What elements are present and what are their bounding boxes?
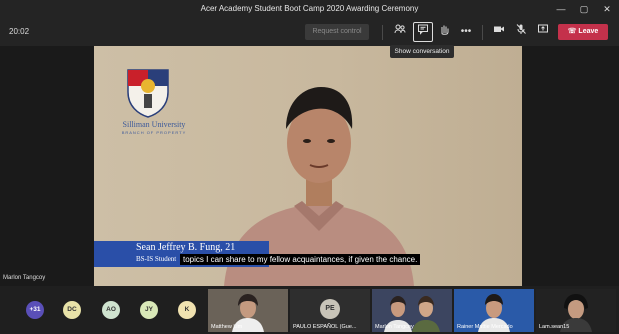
show-conversation-tooltip: Show conversation [390,45,454,58]
participant-name: Rainer Mattie Mercado [457,324,513,330]
maximize-icon[interactable]: ▢ [577,2,591,16]
participant-strip: +31 DC AO JY K Matthew Lim PE PAULO ESPA… [0,286,619,334]
participant-tile[interactable]: Lam.sean15 [536,289,616,332]
meeting-timer: 20:02 [9,27,30,36]
participant-avatar[interactable]: K [178,301,196,319]
live-caption: topics I can share to my fellow acquaint… [180,254,421,265]
window-title: Acer Academy Student Boot Camp 2020 Awar… [200,4,419,13]
university-crest-icon [127,69,169,118]
lower-third-subtitle: BS-IS Student [136,255,177,263]
phone-hangup-icon: ☏ [567,28,579,35]
participant-avatar: PE [320,299,340,319]
minimize-icon[interactable]: — [554,2,568,16]
participant-name: Lam.sean15 [539,324,570,330]
show-conversation-icon[interactable] [413,22,433,42]
mic-muted-icon[interactable] [512,23,530,41]
toolbar-divider [382,25,383,40]
participant-tile[interactable]: PE PAULO ESPAÑOL (Gue... [290,289,370,332]
camera-icon[interactable] [490,23,508,41]
participant-tile[interactable]: Marlon Tangcoy [372,289,452,332]
participant-name: Matthew Lim [211,324,243,330]
leave-button[interactable]: ☏ Leave [558,24,608,40]
meeting-toolbar: 20:02 Request control ••• ☏ Leave [0,19,619,46]
speaker-label: Marlon Tangcoy [3,275,46,281]
participant-name: PAULO ESPAÑOL (Gue... [293,324,357,330]
share-screen-icon[interactable] [534,23,552,41]
close-icon[interactable]: ✕ [600,2,614,16]
toolbar-divider [482,25,483,40]
request-control-button[interactable]: Request control [305,24,369,40]
leave-label: Leave [578,28,599,35]
raise-hand-icon[interactable] [435,23,453,41]
overflow-participants-badge[interactable]: +31 [26,301,44,319]
presenter-video: Silliman University BRANCH OF PROPERTY S… [94,46,522,286]
participant-avatar[interactable]: JY [140,301,158,319]
lower-third-name: Sean Jeffrey B. Fung, 21 [136,242,236,253]
participant-name: Marlon Tangcoy [375,324,414,330]
main-stage: Silliman University BRANCH OF PROPERTY S… [0,46,619,286]
participant-tile[interactable]: Rainer Mattie Mercado [454,289,534,332]
university-name: Silliman University [122,120,186,129]
participant-avatar[interactable]: AO [102,301,120,319]
more-options-icon[interactable]: ••• [457,23,475,41]
participant-tile[interactable]: Matthew Lim [208,289,288,332]
participant-avatar[interactable]: DC [63,301,81,319]
participants-icon[interactable] [391,23,409,41]
title-bar: Acer Academy Student Boot Camp 2020 Awar… [0,0,619,19]
university-subtitle: BRANCH OF PROPERTY [121,130,187,135]
